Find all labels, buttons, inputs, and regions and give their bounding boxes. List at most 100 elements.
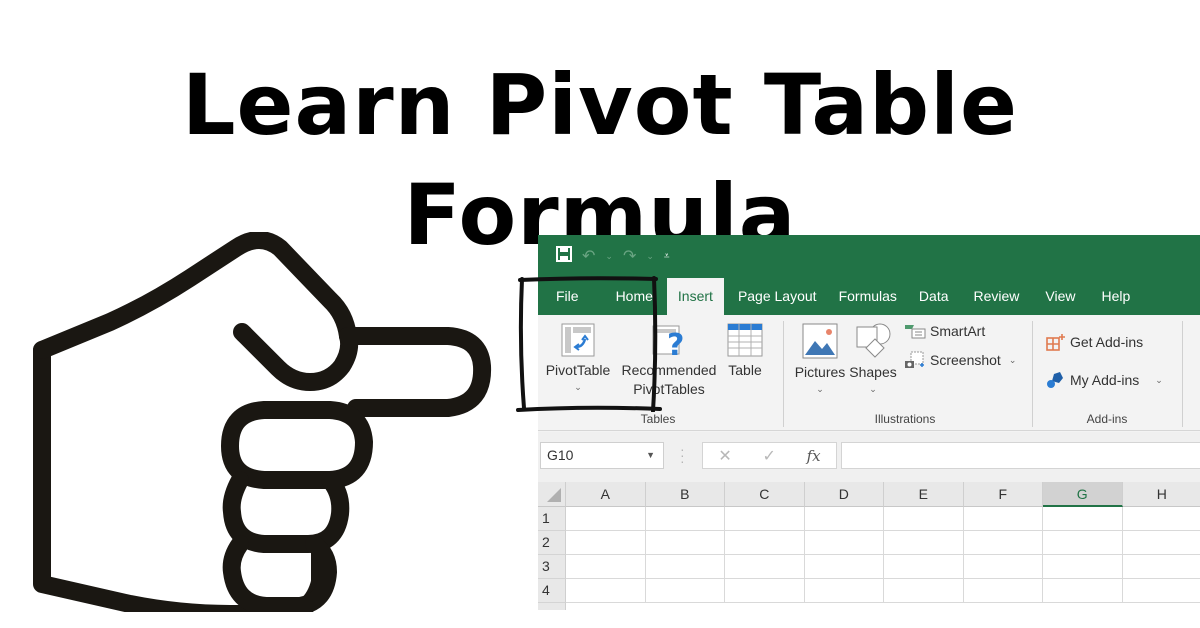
cell-h1[interactable]	[1122, 507, 1200, 531]
row-header-partial[interactable]	[538, 603, 566, 610]
get-addins-button[interactable]: Get Add-ins	[1046, 333, 1143, 351]
pointing-hand-icon	[33, 232, 492, 612]
cell-d1[interactable]	[804, 507, 884, 531]
cell-c1[interactable]	[725, 507, 805, 531]
cell-b3[interactable]	[645, 555, 725, 579]
column-header-f[interactable]: F	[963, 482, 1043, 507]
cell-h2[interactable]	[1122, 531, 1200, 555]
tab-review[interactable]: Review	[960, 278, 1031, 315]
svg-text:?: ?	[667, 328, 684, 357]
column-header-h[interactable]: H	[1122, 482, 1200, 507]
column-header-c[interactable]: C	[725, 482, 805, 507]
my-addins-button[interactable]: My Add-ins ⌄	[1046, 371, 1163, 389]
worksheet-grid: ABCDEFGH 1234	[538, 482, 1200, 610]
cell-g1[interactable]	[1043, 507, 1123, 531]
addins-group-label: Add-ins	[1086, 412, 1128, 426]
cell-c3[interactable]	[725, 555, 805, 579]
pictures-icon	[802, 323, 838, 359]
chevron-down-icon: ⌄	[869, 384, 877, 394]
tab-data[interactable]: Data	[908, 278, 960, 315]
cell-c4[interactable]	[725, 579, 805, 603]
save-icon[interactable]	[556, 246, 572, 266]
column-header-g[interactable]: G	[1043, 482, 1123, 507]
chevron-down-icon: ⌄	[1155, 374, 1163, 385]
tab-page-layout[interactable]: Page Layout	[724, 278, 828, 315]
cell-h3[interactable]	[1122, 555, 1200, 579]
shapes-button[interactable]: Shapes ⌄	[848, 323, 898, 396]
pictures-label: Pictures	[794, 364, 846, 380]
undo-dropdown-icon[interactable]: ⌄	[605, 251, 613, 262]
cell-b2[interactable]	[645, 531, 725, 555]
cancel-icon[interactable]: ✕	[718, 446, 731, 466]
cell-f1[interactable]	[963, 507, 1043, 531]
cell-e2[interactable]	[884, 531, 964, 555]
my-addins-icon	[1047, 372, 1063, 388]
cell-a4[interactable]	[566, 579, 646, 603]
pictures-button[interactable]: Pictures ⌄	[792, 323, 848, 396]
cell-e3[interactable]	[884, 555, 964, 579]
redo-icon[interactable]: ↷	[623, 246, 636, 266]
cell-f2[interactable]	[963, 531, 1043, 555]
customize-qat-icon[interactable]: ⩡	[664, 251, 670, 262]
formula-bar-grip-icon[interactable]: · · ·	[680, 442, 685, 468]
cell-h4[interactable]	[1122, 579, 1200, 603]
row-header-3[interactable]: 3	[538, 555, 566, 579]
cell-a2[interactable]	[566, 531, 646, 555]
cell-b4[interactable]	[645, 579, 725, 603]
name-box-value: G10	[547, 447, 574, 463]
cell-f4[interactable]	[963, 579, 1043, 603]
screenshot-icon	[905, 351, 924, 368]
column-header-a[interactable]: A	[566, 482, 646, 507]
cell-c2[interactable]	[725, 531, 805, 555]
column-header-e[interactable]: E	[884, 482, 964, 507]
formula-input[interactable]	[841, 442, 1200, 469]
table-icon	[727, 323, 763, 357]
smartart-label: SmartArt	[930, 323, 986, 339]
chevron-down-icon: ⌄	[1008, 354, 1017, 365]
cell-d3[interactable]	[804, 555, 884, 579]
cell-f3[interactable]	[963, 555, 1043, 579]
my-addins-label: My Add-ins	[1070, 372, 1140, 388]
shapes-icon	[856, 323, 891, 358]
column-header-d[interactable]: D	[804, 482, 884, 507]
illustrations-group-label: Illustrations	[874, 412, 936, 426]
cell-g4[interactable]	[1043, 579, 1123, 603]
cell-a3[interactable]	[566, 555, 646, 579]
cell-g3[interactable]	[1043, 555, 1123, 579]
highlight-marker	[516, 276, 662, 412]
insert-function-icon[interactable]: fx	[807, 447, 821, 465]
knuckle-dot	[235, 325, 253, 343]
cell-d2[interactable]	[804, 531, 884, 555]
tab-formulas[interactable]: Formulas	[828, 278, 908, 315]
redo-dropdown-icon[interactable]: ⌄	[646, 251, 654, 262]
formula-buttons: ✕ ✓ fx	[702, 442, 837, 469]
screenshot-label: Screenshot	[930, 352, 1001, 368]
screenshot-button[interactable]: Screenshot ⌄	[904, 351, 1016, 369]
cell-g2[interactable]	[1043, 531, 1123, 555]
column-header-b[interactable]: B	[645, 482, 725, 507]
cell-e4[interactable]	[884, 579, 964, 603]
cell-b1[interactable]	[645, 507, 725, 531]
row-header-4[interactable]: 4	[538, 579, 566, 603]
table-button[interactable]: Table	[722, 323, 768, 380]
shapes-label: Shapes	[849, 364, 897, 380]
select-all-button[interactable]	[538, 482, 566, 507]
cell-a1[interactable]	[566, 507, 646, 531]
undo-icon[interactable]: ↶	[582, 246, 595, 266]
quick-access-toolbar: ↶ ⌄ ↷ ⌄ ⩡	[556, 245, 670, 267]
cell-d4[interactable]	[804, 579, 884, 603]
name-box-dropdown-icon[interactable]: ▼	[646, 443, 655, 468]
row-header-2[interactable]: 2	[538, 531, 566, 555]
tab-help[interactable]: Help	[1087, 278, 1142, 315]
row-header-1[interactable]: 1	[538, 507, 566, 531]
group-divider	[1182, 321, 1183, 427]
table-label: Table	[728, 362, 762, 378]
chevron-down-icon: ⌄	[816, 384, 824, 394]
formula-bar: G10 ▼ · · · ✕ ✓ fx	[538, 432, 1200, 482]
tab-view[interactable]: View	[1030, 278, 1086, 315]
tab-insert[interactable]: Insert	[666, 278, 724, 315]
name-box[interactable]: G10 ▼	[540, 442, 664, 469]
enter-icon[interactable]: ✓	[762, 446, 775, 466]
smartart-button[interactable]: SmartArt	[904, 323, 985, 339]
cell-e1[interactable]	[884, 507, 964, 531]
